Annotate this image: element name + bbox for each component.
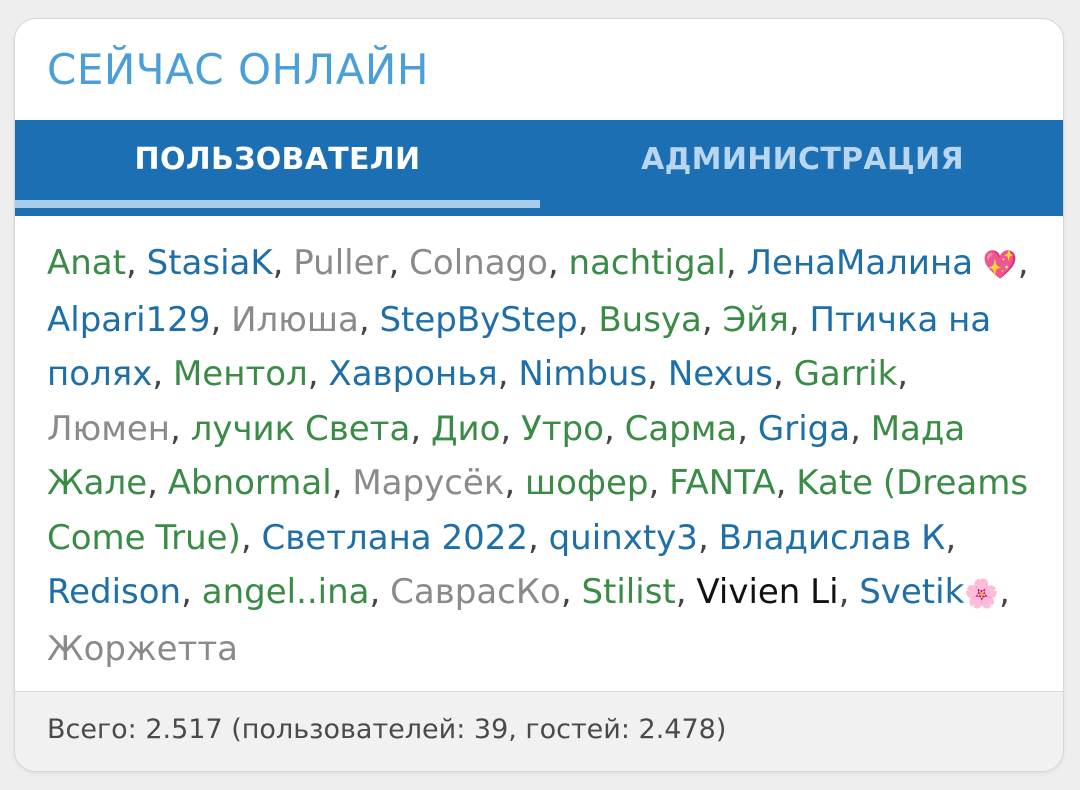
list-separator: ,	[272, 243, 294, 283]
user-link[interactable]: Alpari129	[47, 300, 210, 340]
user-link[interactable]: ЛенаМалина	[746, 243, 973, 283]
list-separator: ,	[547, 243, 569, 283]
user-link[interactable]: СаврасКо	[390, 572, 561, 612]
list-separator: ,	[307, 354, 329, 394]
list-separator: ,	[125, 243, 147, 283]
list-separator: ,	[169, 408, 191, 449]
user-link[interactable]: Сарма	[625, 409, 738, 449]
list-separator: ,	[500, 408, 522, 449]
active-tab-indicator	[15, 200, 540, 208]
list-separator: ,	[647, 354, 668, 394]
list-separator: ,	[560, 572, 582, 612]
online-users-list: Anat, StasiaK, Puller, Colnago, nachtiga…	[47, 236, 1047, 676]
user-link[interactable]: Люмен	[47, 409, 170, 449]
user-link[interactable]: quinxty3	[549, 518, 698, 558]
user-link[interactable]: Илюша	[231, 300, 359, 340]
list-separator: ,	[152, 354, 173, 394]
list-separator: ,	[527, 517, 549, 558]
list-separator: ,	[497, 354, 519, 394]
list-separator: ,	[775, 463, 797, 503]
user-link[interactable]: Эйя	[723, 300, 789, 340]
list-separator: ,	[369, 572, 391, 612]
user-link[interactable]: Garrik	[794, 354, 898, 394]
list-separator: ,	[648, 463, 670, 503]
tab-users-label: ПОЛЬЗОВАТЕЛИ	[134, 141, 421, 177]
list-separator: ,	[504, 463, 525, 503]
list-separator: ,	[210, 299, 232, 340]
list-separator: ,	[897, 354, 909, 394]
user-link[interactable]: Светлана 2022	[262, 518, 528, 558]
tab-bar: ПОЛЬЗОВАТЕЛИ АДМИНИСТРАЦИЯ	[15, 120, 1063, 216]
list-separator: ,	[577, 299, 599, 340]
user-link[interactable]: nachtigal	[569, 243, 726, 283]
user-link[interactable]: Nimbus	[518, 354, 647, 394]
online-now-widget: СЕЙЧАС ОНЛАЙН ПОЛЬЗОВАТЕЛИ АДМИНИСТРАЦИЯ…	[14, 18, 1064, 772]
list-separator: ,	[181, 572, 202, 612]
list-separator: ,	[603, 408, 625, 449]
user-link[interactable]: angel..ina	[202, 572, 370, 612]
user-link[interactable]: Nexus	[668, 354, 773, 394]
user-link[interactable]: Puller	[293, 243, 388, 283]
user-link[interactable]: Stilist	[581, 572, 675, 612]
list-separator: ,	[737, 408, 758, 449]
list-separator: ,	[725, 243, 747, 283]
list-separator: ,	[410, 408, 431, 449]
user-link[interactable]: Хавронья	[328, 354, 497, 394]
list-separator: ,	[675, 572, 697, 612]
user-link[interactable]: Владислав К	[719, 518, 946, 558]
sparkling-heart-icon: 💖	[982, 248, 1018, 281]
user-link[interactable]: лучик Света	[191, 409, 411, 449]
list-separator: ,	[850, 408, 871, 449]
user-link[interactable]: Утро	[521, 409, 604, 449]
user-link[interactable]: Svetik	[859, 572, 964, 612]
user-link[interactable]: Vivien Li	[696, 572, 838, 612]
list-separator: ,	[838, 572, 860, 612]
user-link[interactable]: Марусёк	[352, 463, 504, 503]
widget-title: СЕЙЧАС ОНЛАЙН	[47, 45, 429, 94]
user-link[interactable]: Ментол	[173, 354, 308, 394]
list-separator: ,	[945, 517, 957, 558]
list-separator: ,	[331, 463, 353, 503]
online-stats-text: Всего: 2.517 (пользователей: 39, гостей:…	[47, 714, 727, 745]
user-link[interactable]: Colnago	[409, 243, 548, 283]
user-link[interactable]: Redison	[47, 572, 181, 612]
list-separator: ,	[999, 572, 1010, 612]
user-link[interactable]: StepByStep	[379, 300, 577, 340]
list-separator: ,	[1017, 243, 1029, 283]
cherry-blossom-icon: 🌸	[964, 577, 1000, 610]
list-separator: ,	[240, 517, 262, 558]
user-link[interactable]: шофер	[525, 463, 648, 503]
user-link[interactable]: Anat	[47, 243, 126, 283]
list-separator: ,	[388, 243, 410, 283]
list-separator: ,	[772, 354, 794, 394]
user-link[interactable]: Жоржетта	[47, 629, 238, 669]
list-separator: ,	[788, 299, 810, 340]
user-link[interactable]: Griga	[758, 409, 850, 449]
stats-footer: Всего: 2.517 (пользователей: 39, гостей:…	[15, 691, 1063, 771]
list-separator: ,	[697, 517, 719, 558]
user-link[interactable]: Busya	[598, 300, 702, 340]
user-link[interactable]: FANTA	[669, 463, 776, 503]
tab-users[interactable]: ПОЛЬЗОВАТЕЛИ	[15, 120, 540, 216]
list-separator: ,	[147, 463, 168, 503]
user-link[interactable]: Abnormal	[168, 463, 332, 503]
tab-administration[interactable]: АДМИНИСТРАЦИЯ	[540, 120, 1063, 216]
user-link[interactable]: Дио	[431, 409, 500, 449]
user-link[interactable]: StasiaK	[147, 243, 273, 283]
tab-administration-label: АДМИНИСТРАЦИЯ	[641, 141, 964, 177]
list-separator: ,	[358, 299, 380, 340]
list-separator: ,	[701, 299, 723, 340]
